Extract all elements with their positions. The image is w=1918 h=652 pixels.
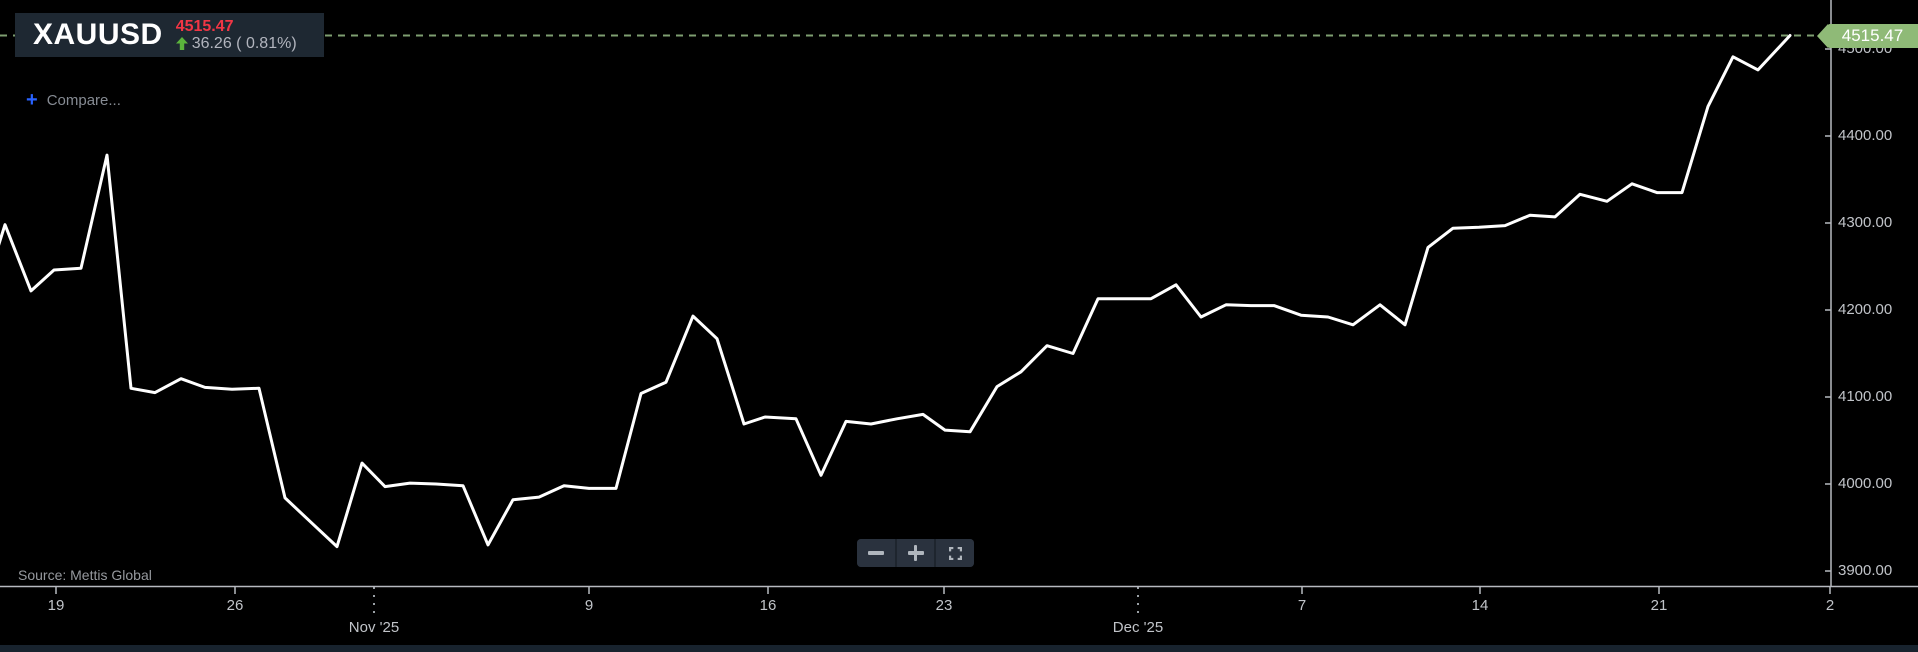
zoom-in-button[interactable] [897, 539, 935, 567]
bottom-panel-strip [0, 645, 1918, 652]
trading-chart-page: { "window": {"width": 1918, "height": 65… [0, 0, 1918, 652]
last-price-badge: 4515.47 [1817, 24, 1918, 48]
time-axis-label: 19 [48, 597, 65, 615]
plus-icon: + [26, 91, 38, 109]
time-axis-scale[interactable] [0, 587, 1918, 642]
compare-button[interactable]: + Compare... [26, 91, 121, 109]
zoom-toolbar [857, 539, 974, 567]
price-axis-label: 3900.00 [1838, 562, 1892, 580]
symbol-title[interactable]: XAUUSD [33, 20, 163, 50]
time-axis-label: 16 [760, 597, 777, 615]
change-value: 36.26 ( 0.81%) [192, 35, 297, 52]
source-attribution: Source: Mettis Global [18, 567, 152, 583]
time-axis-label: 21 [1651, 597, 1668, 615]
time-axis-label: 7 [1298, 597, 1306, 615]
zoom-out-button[interactable] [857, 539, 895, 567]
fullscreen-button[interactable] [936, 539, 974, 567]
price-axis-scale[interactable] [1832, 0, 1918, 586]
arrow-up-icon [176, 37, 188, 50]
month-axis-label: Nov '25 [349, 619, 399, 637]
time-axis-label: 23 [936, 597, 953, 615]
time-axis-label: 2 [1826, 597, 1834, 615]
price-line-series [0, 36, 1790, 547]
last-price-value: 4515.47 [176, 18, 297, 35]
compare-label: Compare... [47, 92, 121, 109]
price-axis-label: 4300.00 [1838, 214, 1892, 232]
price-axis-label: 4200.00 [1838, 301, 1892, 319]
legend-values: 4515.47 36.26 ( 0.81%) [176, 18, 297, 52]
fullscreen-icon [949, 547, 962, 560]
change-row: 36.26 ( 0.81%) [176, 35, 297, 52]
price-axis-label: 4100.00 [1838, 388, 1892, 406]
time-axis-label: 9 [585, 597, 593, 615]
symbol-legend[interactable]: XAUUSD 4515.47 36.26 ( 0.81%) [15, 13, 324, 57]
price-axis-label: 4400.00 [1838, 127, 1892, 145]
price-axis-label: 4000.00 [1838, 475, 1892, 493]
month-axis-label: Dec '25 [1113, 619, 1163, 637]
time-axis-label: 26 [227, 597, 244, 615]
minus-icon [868, 551, 884, 555]
badge-price-text: 4515.47 [1827, 24, 1918, 48]
time-axis-label: 14 [1472, 597, 1489, 615]
plus-icon [908, 545, 924, 561]
